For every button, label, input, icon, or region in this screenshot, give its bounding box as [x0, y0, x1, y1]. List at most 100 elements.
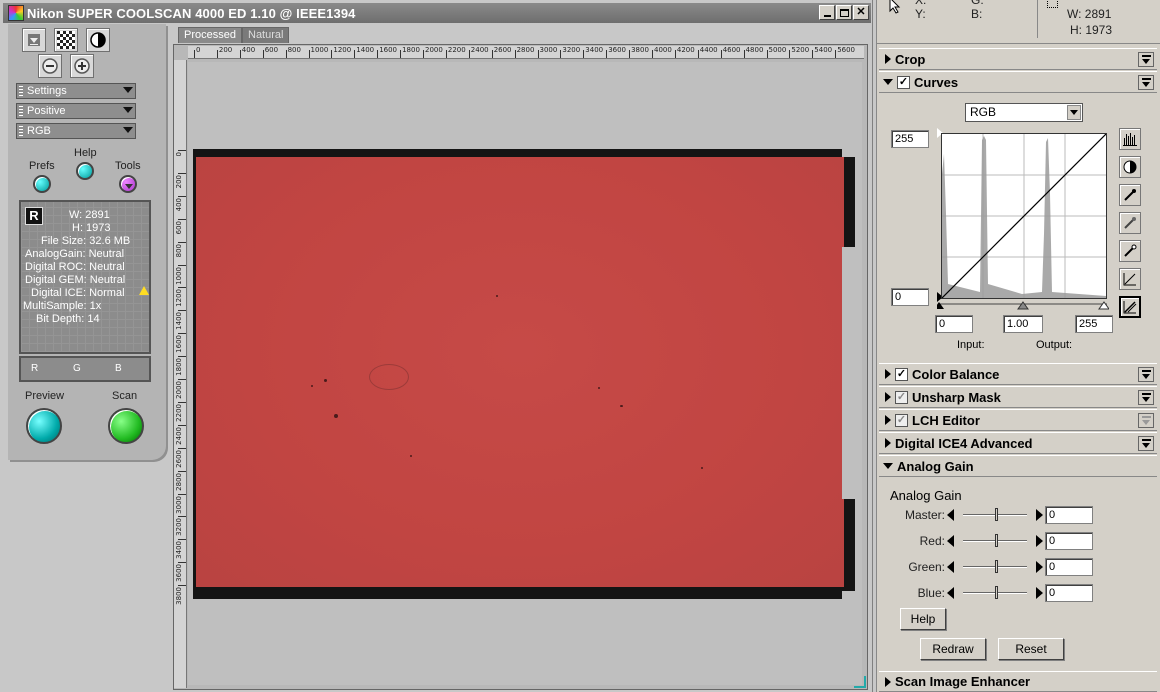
- dust-speck: [311, 385, 313, 387]
- section-menu-icon[interactable]: [1138, 52, 1154, 67]
- gray-eyedropper-icon[interactable]: [1119, 212, 1141, 234]
- decrease-arrow-icon[interactable]: [947, 535, 954, 547]
- increase-arrow-icon[interactable]: [1036, 509, 1043, 521]
- section-unsharp-mask[interactable]: ✓ Unsharp Mask: [879, 386, 1157, 408]
- ruler-top-label: 4000: [654, 46, 672, 54]
- dust-speck: [598, 387, 600, 389]
- section-lch-editor[interactable]: ✓ LCH Editor: [879, 409, 1157, 431]
- redraw-button[interactable]: Redraw: [920, 638, 986, 660]
- zoom-in-icon[interactable]: [70, 54, 94, 78]
- ruler-tick: [178, 195, 186, 197]
- dust-speck: [324, 379, 327, 382]
- section-menu-icon[interactable]: [1138, 367, 1154, 382]
- gain-master-field[interactable]: 0: [1045, 506, 1093, 524]
- ruler-top-label: 4600: [722, 46, 741, 54]
- section-analog-gain[interactable]: Analog Gain: [879, 455, 1157, 477]
- ruler-tick: [178, 218, 186, 220]
- section-menu-icon[interactable]: [1138, 436, 1154, 451]
- film-type-dropdown[interactable]: Positive: [16, 103, 136, 119]
- prefs-label: Prefs: [29, 160, 55, 172]
- decrease-arrow-icon[interactable]: [947, 587, 954, 599]
- tab-processed[interactable]: Processed: [178, 27, 242, 43]
- gamma-field[interactable]: 1.00: [1003, 315, 1043, 333]
- ruler-top-label: 1800: [402, 46, 420, 54]
- film-strip[interactable]: [193, 149, 855, 599]
- gain-row-green: Green: 0: [879, 556, 1157, 578]
- scanned-image: [196, 157, 844, 587]
- ruler-tick: [766, 50, 768, 58]
- section-crop[interactable]: Crop: [879, 48, 1157, 70]
- output-max-field[interactable]: 255: [891, 130, 929, 148]
- gain-master-thumb[interactable]: [995, 508, 998, 521]
- decrease-arrow-icon[interactable]: [947, 561, 954, 573]
- title-bar[interactable]: Nikon SUPER COOLSCAN 4000 ED 1.10 @ IEEE…: [3, 3, 871, 23]
- close-button[interactable]: ✕: [853, 5, 869, 20]
- minimize-button[interactable]: [819, 5, 835, 20]
- scan-button[interactable]: [108, 408, 144, 444]
- section-color-balance[interactable]: ✓ Color Balance: [879, 363, 1157, 385]
- prefs-button[interactable]: [33, 175, 51, 193]
- reset-button[interactable]: Reset: [998, 638, 1064, 660]
- unsharp-mask-enable-checkbox[interactable]: ✓: [895, 390, 908, 404]
- curve-channel-select[interactable]: RGB: [965, 103, 1083, 122]
- section-digital-ice4[interactable]: Digital ICE4 Advanced: [879, 432, 1157, 454]
- gain-red-thumb[interactable]: [995, 534, 998, 547]
- settings-dropdown[interactable]: Settings: [16, 83, 136, 99]
- section-menu-icon[interactable]: [1138, 413, 1154, 428]
- gain-green-field[interactable]: 0: [1045, 558, 1093, 576]
- auto-contrast-icon[interactable]: [1119, 156, 1141, 178]
- increase-arrow-icon[interactable]: [1036, 561, 1043, 573]
- maximize-button[interactable]: [836, 5, 852, 20]
- gain-blue-field[interactable]: 0: [1045, 584, 1093, 602]
- ruler-top-label: 0: [196, 46, 201, 54]
- ruler-tick: [743, 50, 745, 58]
- ruler-top-label: 200: [218, 46, 233, 54]
- increase-arrow-icon[interactable]: [1036, 535, 1043, 547]
- ruler-top-label: 5400: [814, 46, 833, 54]
- curves-enable-checkbox[interactable]: ✓: [897, 75, 910, 89]
- reset-curve-icon[interactable]: [1119, 268, 1141, 290]
- color-mode-dropdown[interactable]: RGB: [16, 123, 136, 139]
- resize-grip-icon[interactable]: [854, 676, 866, 688]
- input-white-field[interactable]: 255: [1075, 315, 1113, 333]
- section-curves[interactable]: ✓ Curves: [879, 71, 1157, 93]
- white-input-handle: [1098, 301, 1109, 310]
- ruler-tick: [537, 50, 539, 58]
- input-black-field[interactable]: 0: [935, 315, 973, 333]
- contrast-icon[interactable]: [86, 28, 110, 52]
- section-menu-icon[interactable]: [1138, 75, 1154, 90]
- increase-arrow-icon[interactable]: [1036, 587, 1043, 599]
- ruler-top-label: 3600: [608, 46, 627, 54]
- help-button[interactable]: [76, 162, 94, 180]
- section-scan-image-enhancer[interactable]: Scan Image Enhancer: [879, 671, 1157, 692]
- lch-editor-enable-checkbox[interactable]: ✓: [895, 413, 908, 427]
- input-level-slider[interactable]: [937, 300, 1109, 312]
- decrease-arrow-icon[interactable]: [947, 509, 954, 521]
- gain-green-thumb[interactable]: [995, 560, 998, 573]
- collapse-arrow-icon: [883, 79, 893, 85]
- output-min-field[interactable]: 0: [891, 288, 929, 306]
- chevron-down-icon: [1067, 105, 1081, 120]
- tools-button[interactable]: [119, 175, 137, 193]
- gain-red-field[interactable]: 0: [1045, 532, 1093, 550]
- ruler-left-label: 1400: [175, 312, 183, 331]
- gain-red-label: Red:: [919, 534, 945, 548]
- histogram-icon[interactable]: [1119, 128, 1141, 150]
- eject-icon[interactable]: [22, 28, 46, 52]
- gain-help-button[interactable]: Help: [900, 608, 946, 630]
- ruler-tick: [178, 379, 186, 380]
- white-eyedropper-icon[interactable]: [1119, 240, 1141, 262]
- gain-blue-thumb[interactable]: [995, 586, 998, 599]
- analog-gain-heading: Analog Gain: [890, 488, 962, 503]
- section-menu-icon[interactable]: [1138, 390, 1154, 405]
- tab-natural[interactable]: Natural: [242, 27, 290, 43]
- linear-curve-icon[interactable]: [1119, 296, 1141, 318]
- black-eyedropper-icon[interactable]: [1119, 184, 1141, 206]
- ruler-left-label: 2400: [175, 426, 183, 445]
- section-color-balance-title: Color Balance: [912, 366, 1000, 382]
- curve-graph[interactable]: [941, 133, 1107, 299]
- preview-button[interactable]: [26, 408, 62, 444]
- zoom-out-icon[interactable]: [38, 54, 62, 78]
- checker-grid-icon[interactable]: [54, 28, 78, 52]
- color-balance-enable-checkbox[interactable]: ✓: [895, 367, 908, 381]
